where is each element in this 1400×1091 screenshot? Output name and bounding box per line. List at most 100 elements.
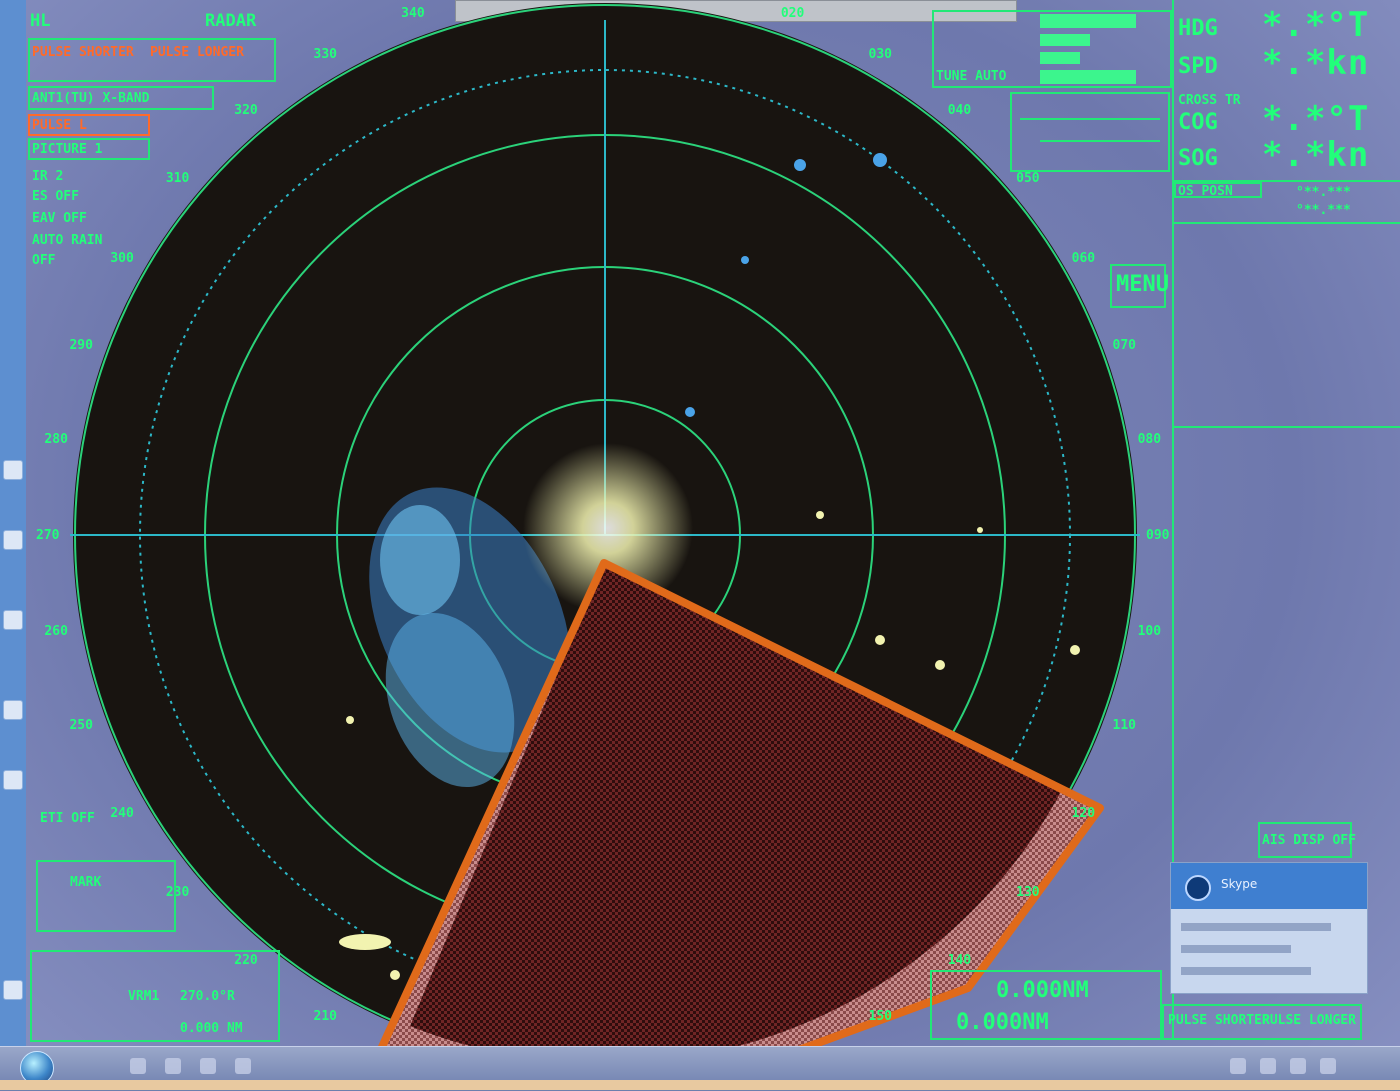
tray-icon[interactable] — [1260, 1058, 1276, 1074]
bearing-label: 140 — [947, 953, 972, 969]
notification-popup[interactable]: Skype — [1170, 862, 1368, 994]
sea-bar[interactable] — [1040, 34, 1090, 46]
menu-button[interactable]: MENU — [1110, 264, 1169, 308]
bearing-label: 340 — [401, 6, 425, 22]
ais-display-label[interactable]: AIS DISP OFF — [1262, 832, 1356, 850]
longitude-value: °**.*** — [1296, 203, 1351, 218]
ir-label: IR 2 — [32, 169, 64, 184]
tune-auto-label[interactable]: TUNE AUTO — [936, 68, 1006, 86]
pulse-shorter-label[interactable]: PULSE SHORTER — [32, 44, 134, 62]
cross-track-label: CROSS TR — [1178, 93, 1241, 108]
cog-value: *.*°T — [1262, 99, 1370, 139]
auto-rain-value: OFF — [32, 253, 56, 268]
bearing-label: 120 — [1071, 805, 1096, 821]
bearing-label: 130 — [1016, 884, 1040, 900]
taskbar-app-icon[interactable] — [200, 1058, 216, 1074]
bearing-label: 270 — [36, 528, 60, 543]
bearing-label: 080 — [1137, 431, 1162, 447]
bearing-label: 260 — [44, 624, 68, 640]
cog-label: COG — [1178, 110, 1218, 135]
popup-text-line — [1181, 945, 1291, 953]
echo-blip — [873, 153, 887, 167]
echo-blip — [875, 635, 885, 645]
bearing-label: 090 — [1146, 528, 1170, 543]
sog-value: *.*kn — [1262, 135, 1370, 175]
bearing-label: 100 — [1137, 624, 1162, 640]
es-label: ES OFF — [32, 189, 79, 204]
vrm1-label[interactable]: VRM1 — [128, 988, 159, 1006]
ebl-value-1: 0.000NM — [996, 978, 1089, 1003]
bearing-label: 300 — [110, 250, 134, 266]
bearing-label: 280 — [44, 431, 68, 447]
echo-blip — [390, 970, 400, 980]
popup-text-line — [1181, 967, 1311, 975]
bearing-label: 290 — [69, 338, 93, 354]
clock-icon[interactable] — [1320, 1058, 1336, 1074]
bearing-label: 040 — [947, 102, 972, 118]
mark-label[interactable]: MARK — [70, 874, 101, 892]
auto-rain-label: AUTO RAIN — [32, 233, 103, 248]
picture-label[interactable]: PICTURE 1 — [32, 141, 102, 159]
mark-panel[interactable] — [36, 860, 176, 932]
monitor-bezel — [0, 1080, 1400, 1090]
bearing-label: 320 — [234, 102, 258, 118]
ebl-value-2: 0.000NM — [956, 1010, 1049, 1035]
bearing-label: 330 — [313, 47, 337, 63]
panel-divider — [1172, 222, 1400, 224]
tray-icon[interactable] — [1230, 1058, 1246, 1074]
echo-blip — [685, 407, 695, 417]
mode-indicator[interactable]: RADAR — [205, 12, 256, 30]
hdg-value: *.*°T — [1262, 5, 1370, 45]
os-posn-label[interactable]: OS POSN — [1178, 183, 1233, 201]
echo-blip — [935, 660, 945, 670]
echo-blip — [1070, 645, 1080, 655]
popup-text-line — [1181, 923, 1331, 931]
latitude-value: °**.*** — [1296, 185, 1351, 200]
hdg-label: HDG — [1178, 16, 1218, 41]
vrm-bearing-value: 270.0°R — [180, 989, 235, 1004]
antenna-label[interactable]: ANT1(TU) X-BAND — [32, 90, 149, 108]
app-icon — [1185, 875, 1211, 901]
ownship-vector-box — [1010, 92, 1170, 172]
pulse-shorter-right[interactable]: PULSE SHORTER — [1168, 1012, 1270, 1030]
hl-indicator: HL — [30, 11, 51, 31]
echo-blip — [977, 527, 983, 533]
bearing-label: 030 — [868, 47, 892, 63]
bearing-label: 210 — [313, 1008, 337, 1024]
echo-blip — [794, 159, 806, 171]
bearing-label: 250 — [69, 717, 93, 733]
rain-bar[interactable] — [1040, 52, 1080, 64]
spd-value: *.*kn — [1262, 43, 1370, 83]
spd-label: SPD — [1178, 54, 1218, 79]
pulse-longer-label[interactable]: PULSE LONGER — [150, 44, 244, 62]
taskbar-app-icon[interactable] — [165, 1058, 181, 1074]
taskbar-app-icon[interactable] — [130, 1058, 146, 1074]
echo-blip — [339, 934, 391, 950]
bearing-label: 020 — [780, 6, 805, 22]
bearing-label: 150 — [868, 1008, 892, 1024]
eti-label: ETI OFF — [40, 811, 95, 826]
eav-label: EAV OFF — [32, 211, 87, 226]
bearing-label: 060 — [1071, 250, 1096, 266]
echo-blip — [741, 256, 749, 264]
pulse-longer-right[interactable]: PULSE LONGER — [1262, 1012, 1356, 1030]
sog-label: SOG — [1178, 146, 1218, 171]
vector-scale-line — [1040, 140, 1160, 142]
tray-icon[interactable] — [1290, 1058, 1306, 1074]
bearing-label: 240 — [110, 805, 134, 821]
echo-blip — [816, 511, 824, 519]
gain-bar[interactable] — [1040, 14, 1136, 28]
echo-blip — [346, 716, 354, 724]
pulse-length-label[interactable]: PULSE L — [32, 117, 87, 135]
bearing-label: 050 — [1016, 171, 1040, 187]
bearing-label: 310 — [165, 171, 190, 187]
popup-title: Skype — [1221, 877, 1258, 891]
vector-scale-line — [1020, 118, 1160, 120]
vrm-range-value: 0.000 NM — [180, 1021, 243, 1036]
panel-divider — [1172, 426, 1400, 428]
tune-bar[interactable] — [1040, 70, 1136, 84]
bearing-label: 070 — [1112, 338, 1136, 354]
taskbar-app-icon[interactable] — [235, 1058, 251, 1074]
menu-label[interactable]: MENU — [1116, 274, 1169, 296]
bearing-label: 110 — [1112, 717, 1136, 733]
